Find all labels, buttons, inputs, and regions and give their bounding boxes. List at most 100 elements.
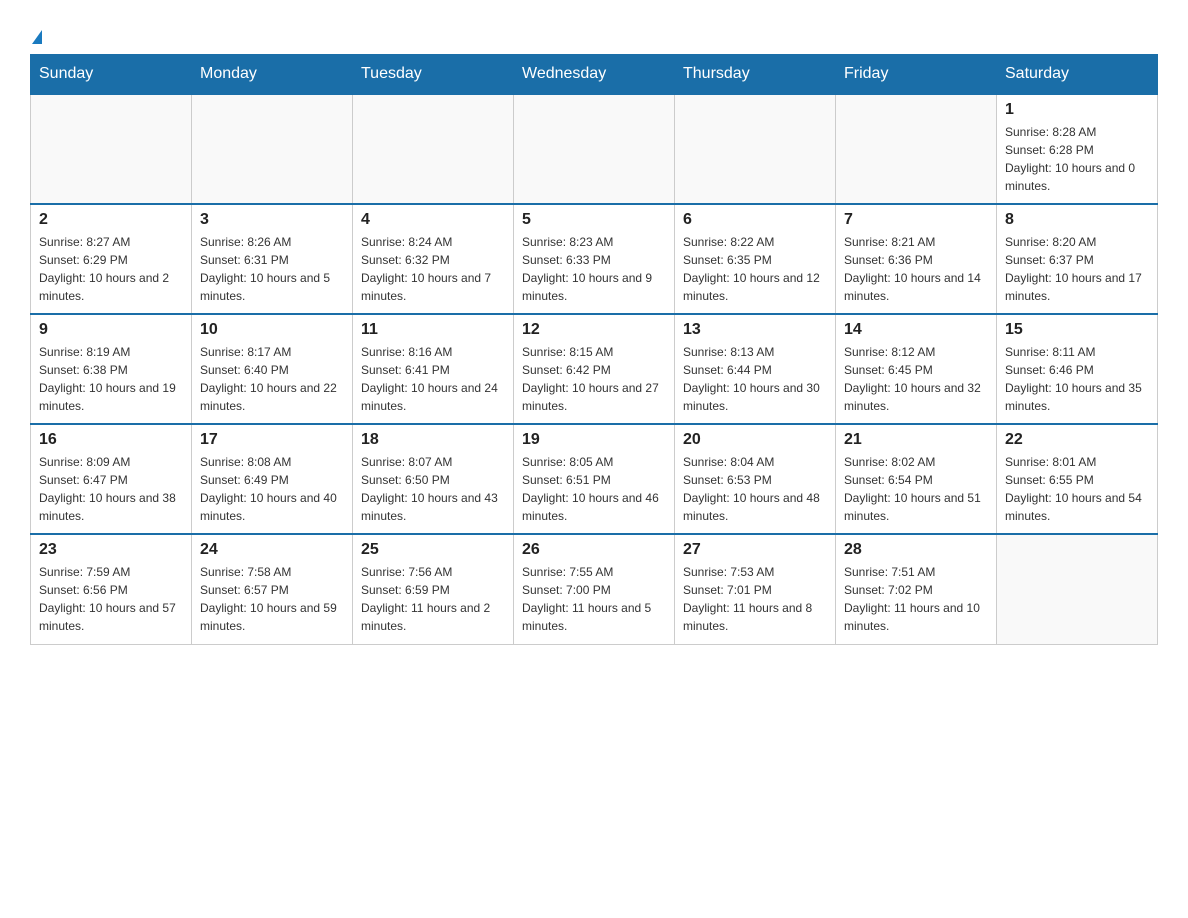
calendar-cell: 3 Sunrise: 8:26 AMSunset: 6:31 PMDaylight… bbox=[192, 204, 353, 314]
day-number: 28 bbox=[844, 541, 988, 559]
calendar-cell: 16 Sunrise: 8:09 AMSunset: 6:47 PMDayligh… bbox=[31, 424, 192, 534]
calendar-cell bbox=[675, 94, 836, 204]
calendar-cell: 28Sunrise: 7:51 AMSunset: 7:02 PMDayligh… bbox=[836, 534, 997, 644]
day-info: Sunrise: 8:13 AMSunset: 6:44 PMDaylight:… bbox=[683, 343, 827, 415]
day-number: 17 bbox=[200, 431, 344, 449]
column-header-monday: Monday bbox=[192, 55, 353, 95]
calendar-cell: 21 Sunrise: 8:02 AMSunset: 6:54 PMDayligh… bbox=[836, 424, 997, 534]
day-number: 21 bbox=[844, 431, 988, 449]
day-info: Sunrise: 8:05 AMSunset: 6:51 PMDaylight:… bbox=[522, 453, 666, 525]
day-info: Sunrise: 8:12 AMSunset: 6:45 PMDaylight:… bbox=[844, 343, 988, 415]
calendar-cell: 24 Sunrise: 7:58 AMSunset: 6:57 PMDayligh… bbox=[192, 534, 353, 644]
day-info: Sunrise: 8:23 AMSunset: 6:33 PMDaylight:… bbox=[522, 233, 666, 305]
calendar-cell bbox=[514, 94, 675, 204]
calendar-cell: 4 Sunrise: 8:24 AMSunset: 6:32 PMDaylight… bbox=[353, 204, 514, 314]
calendar-cell: 13 Sunrise: 8:13 AMSunset: 6:44 PMDayligh… bbox=[675, 314, 836, 424]
day-info: Sunrise: 8:24 AMSunset: 6:32 PMDaylight:… bbox=[361, 233, 505, 305]
calendar-cell: 17 Sunrise: 8:08 AMSunset: 6:49 PMDayligh… bbox=[192, 424, 353, 534]
day-info: Sunrise: 7:59 AMSunset: 6:56 PMDaylight:… bbox=[39, 563, 183, 635]
day-info: Sunrise: 8:15 AMSunset: 6:42 PMDaylight:… bbox=[522, 343, 666, 415]
calendar-cell: 25 Sunrise: 7:56 AMSunset: 6:59 PMDayligh… bbox=[353, 534, 514, 644]
day-info: Sunrise: 8:27 AMSunset: 6:29 PMDaylight:… bbox=[39, 233, 183, 305]
day-info: Sunrise: 8:04 AMSunset: 6:53 PMDaylight:… bbox=[683, 453, 827, 525]
day-info: Sunrise: 8:01 AMSunset: 6:55 PMDaylight:… bbox=[1005, 453, 1149, 525]
day-info: Sunrise: 8:28 AMSunset: 6:28 PMDaylight:… bbox=[1005, 123, 1149, 195]
day-info: Sunrise: 8:09 AMSunset: 6:47 PMDaylight:… bbox=[39, 453, 183, 525]
calendar-cell: 10 Sunrise: 8:17 AMSunset: 6:40 PMDayligh… bbox=[192, 314, 353, 424]
day-number: 12 bbox=[522, 321, 666, 339]
calendar-table: SundayMondayTuesdayWednesdayThursdayFrid… bbox=[30, 54, 1158, 645]
calendar-cell: 15Sunrise: 8:11 AMSunset: 6:46 PMDayligh… bbox=[997, 314, 1158, 424]
calendar-cell: 18 Sunrise: 8:07 AMSunset: 6:50 PMDayligh… bbox=[353, 424, 514, 534]
calendar-week-row: 23 Sunrise: 7:59 AMSunset: 6:56 PMDayligh… bbox=[31, 534, 1158, 644]
day-number: 24 bbox=[200, 541, 344, 559]
logo-triangle-icon bbox=[32, 30, 42, 44]
column-header-friday: Friday bbox=[836, 55, 997, 95]
day-info: Sunrise: 8:20 AMSunset: 6:37 PMDaylight:… bbox=[1005, 233, 1149, 305]
calendar-cell: 22 Sunrise: 8:01 AMSunset: 6:55 PMDayligh… bbox=[997, 424, 1158, 534]
calendar-week-row: 16 Sunrise: 8:09 AMSunset: 6:47 PMDayligh… bbox=[31, 424, 1158, 534]
day-number: 7 bbox=[844, 211, 988, 229]
calendar-cell bbox=[353, 94, 514, 204]
day-info: Sunrise: 7:56 AMSunset: 6:59 PMDaylight:… bbox=[361, 563, 505, 635]
day-number: 25 bbox=[361, 541, 505, 559]
day-number: 3 bbox=[200, 211, 344, 229]
day-number: 18 bbox=[361, 431, 505, 449]
day-number: 6 bbox=[683, 211, 827, 229]
day-number: 5 bbox=[522, 211, 666, 229]
day-info: Sunrise: 7:55 AMSunset: 7:00 PMDaylight:… bbox=[522, 563, 666, 635]
calendar-cell: 20 Sunrise: 8:04 AMSunset: 6:53 PMDayligh… bbox=[675, 424, 836, 534]
calendar-cell: 26Sunrise: 7:55 AMSunset: 7:00 PMDayligh… bbox=[514, 534, 675, 644]
calendar-cell: 1 Sunrise: 8:28 AMSunset: 6:28 PMDaylight… bbox=[997, 94, 1158, 204]
day-info: Sunrise: 8:11 AMSunset: 6:46 PMDaylight:… bbox=[1005, 343, 1149, 415]
calendar-header-row: SundayMondayTuesdayWednesdayThursdayFrid… bbox=[31, 55, 1158, 95]
day-number: 20 bbox=[683, 431, 827, 449]
calendar-cell: 7 Sunrise: 8:21 AMSunset: 6:36 PMDaylight… bbox=[836, 204, 997, 314]
day-number: 22 bbox=[1005, 431, 1149, 449]
day-info: Sunrise: 7:53 AMSunset: 7:01 PMDaylight:… bbox=[683, 563, 827, 635]
day-number: 4 bbox=[361, 211, 505, 229]
page-header bbox=[30, 20, 1158, 44]
logo bbox=[30, 20, 42, 44]
column-header-thursday: Thursday bbox=[675, 55, 836, 95]
day-number: 8 bbox=[1005, 211, 1149, 229]
calendar-cell bbox=[836, 94, 997, 204]
calendar-cell: 8 Sunrise: 8:20 AMSunset: 6:37 PMDaylight… bbox=[997, 204, 1158, 314]
day-number: 14 bbox=[844, 321, 988, 339]
day-info: Sunrise: 8:02 AMSunset: 6:54 PMDaylight:… bbox=[844, 453, 988, 525]
calendar-cell bbox=[997, 534, 1158, 644]
day-number: 16 bbox=[39, 431, 183, 449]
day-info: Sunrise: 8:07 AMSunset: 6:50 PMDaylight:… bbox=[361, 453, 505, 525]
calendar-cell: 5 Sunrise: 8:23 AMSunset: 6:33 PMDaylight… bbox=[514, 204, 675, 314]
calendar-cell: 12 Sunrise: 8:15 AMSunset: 6:42 PMDayligh… bbox=[514, 314, 675, 424]
column-header-tuesday: Tuesday bbox=[353, 55, 514, 95]
calendar-cell: 6Sunrise: 8:22 AMSunset: 6:35 PMDaylight… bbox=[675, 204, 836, 314]
day-info: Sunrise: 8:08 AMSunset: 6:49 PMDaylight:… bbox=[200, 453, 344, 525]
day-number: 23 bbox=[39, 541, 183, 559]
calendar-cell bbox=[31, 94, 192, 204]
calendar-cell: 9 Sunrise: 8:19 AMSunset: 6:38 PMDaylight… bbox=[31, 314, 192, 424]
day-number: 11 bbox=[361, 321, 505, 339]
calendar-cell: 23 Sunrise: 7:59 AMSunset: 6:56 PMDayligh… bbox=[31, 534, 192, 644]
day-number: 27 bbox=[683, 541, 827, 559]
calendar-cell bbox=[192, 94, 353, 204]
column-header-wednesday: Wednesday bbox=[514, 55, 675, 95]
column-header-saturday: Saturday bbox=[997, 55, 1158, 95]
calendar-cell: 19 Sunrise: 8:05 AMSunset: 6:51 PMDayligh… bbox=[514, 424, 675, 534]
day-info: Sunrise: 8:21 AMSunset: 6:36 PMDaylight:… bbox=[844, 233, 988, 305]
calendar-week-row: 1 Sunrise: 8:28 AMSunset: 6:28 PMDaylight… bbox=[31, 94, 1158, 204]
day-number: 10 bbox=[200, 321, 344, 339]
calendar-cell: 27 Sunrise: 7:53 AMSunset: 7:01 PMDayligh… bbox=[675, 534, 836, 644]
calendar-cell: 14 Sunrise: 8:12 AMSunset: 6:45 PMDayligh… bbox=[836, 314, 997, 424]
day-number: 2 bbox=[39, 211, 183, 229]
day-info: Sunrise: 7:58 AMSunset: 6:57 PMDaylight:… bbox=[200, 563, 344, 635]
day-number: 9 bbox=[39, 321, 183, 339]
calendar-week-row: 2 Sunrise: 8:27 AMSunset: 6:29 PMDaylight… bbox=[31, 204, 1158, 314]
day-number: 1 bbox=[1005, 101, 1149, 119]
day-info: Sunrise: 8:26 AMSunset: 6:31 PMDaylight:… bbox=[200, 233, 344, 305]
day-number: 19 bbox=[522, 431, 666, 449]
column-header-sunday: Sunday bbox=[31, 55, 192, 95]
day-number: 13 bbox=[683, 321, 827, 339]
day-info: Sunrise: 8:19 AMSunset: 6:38 PMDaylight:… bbox=[39, 343, 183, 415]
day-info: Sunrise: 8:17 AMSunset: 6:40 PMDaylight:… bbox=[200, 343, 344, 415]
